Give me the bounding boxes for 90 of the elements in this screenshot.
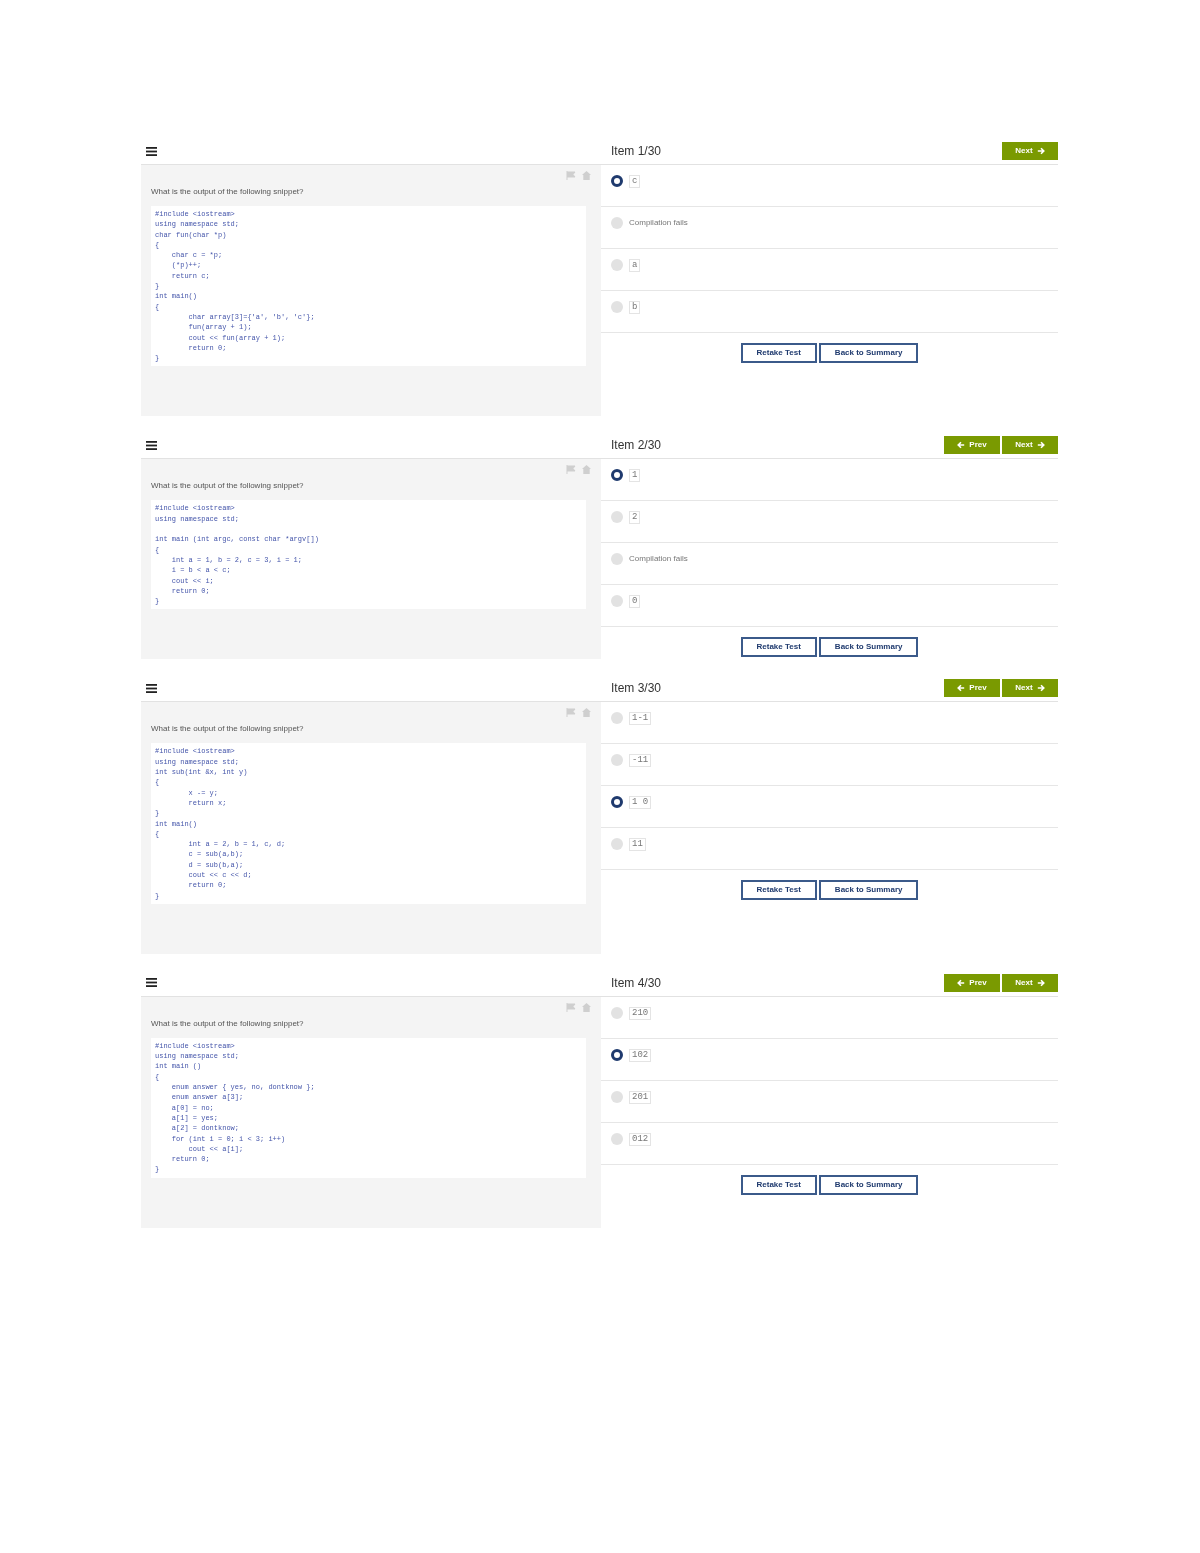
answer-option[interactable]: -11 [601,744,1058,787]
option-text: c [629,175,641,188]
answer-option[interactable]: c [601,165,1058,207]
back-to-summary-button[interactable]: Back to Summary [818,1174,919,1195]
option-text: 012 [629,1132,652,1146]
option-text: 11 [629,838,646,852]
question-text: What is the output of the following snippet? [151,723,305,736]
option-text: 1-1 [629,712,652,726]
answer-option[interactable]: 102 [601,1038,1058,1081]
retake-test-button[interactable]: Retake Test [740,1174,817,1195]
back-to-summary-button[interactable]: Back to Summary [818,880,919,901]
radio-button[interactable] [611,469,623,482]
option-text: Compilation fails [629,217,688,229]
home-icon[interactable] [582,1002,591,1012]
answer-option[interactable]: 1-1 [601,702,1058,745]
prev-button[interactable]: Prev [944,436,1000,455]
right-arrow-icon [1036,978,1045,987]
radio-button[interactable] [611,1006,623,1019]
option-text: Compilation fails [629,553,688,566]
menu-icon[interactable] [146,146,157,156]
answer-option[interactable]: 201 [601,1080,1058,1123]
answer-option[interactable]: 210 [601,996,1058,1039]
item-title: Item 3/30 [611,680,662,698]
home-icon[interactable] [582,465,591,475]
answer-option[interactable]: 11 [601,828,1058,871]
question-text: What is the output of the following snippet? [151,1017,305,1030]
option-text: 210 [629,1006,652,1020]
radio-button[interactable] [611,1090,623,1103]
option-text: a [629,259,641,272]
prev-button[interactable]: Prev [944,973,1000,992]
question-text: What is the output of the following snippet? [151,480,305,493]
radio-button[interactable] [611,553,623,566]
answer-option[interactable]: 2 [601,501,1058,544]
left-arrow-icon [957,684,966,693]
answer-option[interactable]: b [601,291,1058,333]
right-arrow-icon [1036,441,1045,450]
radio-button[interactable] [611,259,623,271]
radio-button[interactable] [611,712,623,725]
back-to-summary-button[interactable]: Back to Summary [818,637,919,658]
radio-button[interactable] [611,1132,623,1145]
left-arrow-icon [957,441,966,450]
answer-option[interactable]: Compilation fails [601,207,1058,249]
next-button[interactable]: Next [1002,142,1058,160]
left-arrow-icon [957,978,966,987]
menu-icon[interactable] [146,683,157,693]
option-text: 0 [629,595,641,609]
item-title: Item 1/30 [611,143,662,160]
back-to-summary-button[interactable]: Back to Summary [818,343,919,363]
radio-button[interactable] [611,796,623,809]
radio-button[interactable] [611,595,623,608]
right-arrow-icon [1036,147,1045,155]
home-icon[interactable] [582,708,591,718]
item-title: Item 4/30 [611,974,662,992]
question-text: What is the output of the following snippet? [151,186,305,198]
answer-option[interactable]: Compilation fails [601,543,1058,586]
radio-button[interactable] [611,175,623,187]
option-text: 201 [629,1090,652,1104]
flag-icon[interactable] [566,1002,576,1012]
next-button[interactable]: Next [1002,436,1058,455]
radio-button[interactable] [611,754,623,767]
radio-button[interactable] [611,838,623,851]
flag-icon[interactable] [566,708,576,718]
option-text: 2 [629,511,641,525]
menu-icon[interactable] [146,978,157,988]
option-text: 102 [629,1048,652,1062]
flag-icon[interactable] [566,171,576,180]
answer-option[interactable]: 1 0 [601,786,1058,829]
prev-button[interactable]: Prev [944,679,1000,698]
menu-icon[interactable] [146,440,157,450]
next-button[interactable]: Next [1002,973,1058,992]
option-text: -11 [629,754,652,768]
right-arrow-icon [1036,684,1045,693]
option-text: b [629,301,641,314]
answer-option[interactable]: 1 [601,459,1058,502]
radio-button[interactable] [611,1048,623,1061]
radio-button[interactable] [611,511,623,524]
radio-button[interactable] [611,301,623,313]
home-icon[interactable] [582,171,591,180]
item-title: Item 2/30 [611,437,662,455]
option-text: 1 0 [629,796,652,810]
next-button[interactable]: Next [1002,679,1058,698]
retake-test-button[interactable]: Retake Test [740,637,817,658]
retake-test-button[interactable]: Retake Test [740,880,817,901]
answer-option[interactable]: a [601,249,1058,291]
retake-test-button[interactable]: Retake Test [740,343,817,363]
option-text: 1 [629,469,641,483]
flag-icon[interactable] [566,465,576,475]
radio-button[interactable] [611,217,623,229]
answer-option[interactable]: 012 [601,1122,1058,1165]
answer-option[interactable]: 0 [601,585,1058,628]
